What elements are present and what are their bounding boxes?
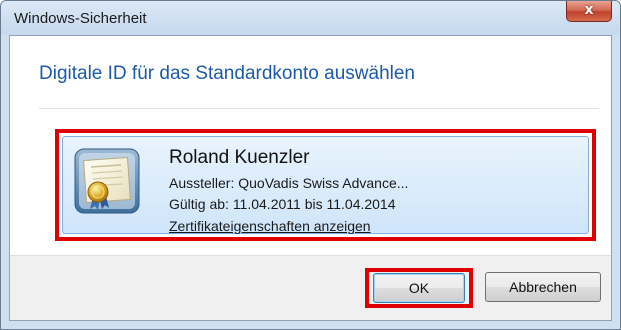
window-title: Windows-Sicherheit	[14, 10, 147, 27]
certificate-highlight-frame: Roland Kuenzler Aussteller: QuoVadis Swi…	[55, 129, 596, 241]
divider	[39, 108, 599, 109]
ok-highlight-frame: OK	[365, 268, 473, 308]
title-bar[interactable]: Windows-Sicherheit x	[1, 1, 620, 35]
dialog-heading: Digitale ID für das Standardkonto auswäh…	[39, 63, 416, 84]
dialog-window: Windows-Sicherheit x Digitale ID für das…	[0, 0, 621, 330]
dialog-content: Digitale ID für das Standardkonto auswäh…	[9, 35, 612, 321]
close-button[interactable]: x	[566, 1, 612, 22]
button-bar: OK Abbrechen	[10, 255, 611, 320]
certificate-holder-name: Roland Kuenzler	[169, 147, 310, 168]
close-icon: x	[584, 2, 594, 18]
certificate-properties-link[interactable]: Zertifikateigenschaften anzeigen	[169, 218, 371, 234]
certificate-issuer: Aussteller: QuoVadis Swiss Advance...	[169, 175, 409, 191]
ok-button[interactable]: OK	[373, 273, 465, 303]
certificate-tile[interactable]: Roland Kuenzler Aussteller: QuoVadis Swi…	[62, 136, 589, 234]
certificate-icon	[74, 148, 140, 214]
cancel-button[interactable]: Abbrechen	[485, 272, 601, 302]
certificate-validity: Gültig ab: 11.04.2011 bis 11.04.2014	[169, 196, 396, 212]
